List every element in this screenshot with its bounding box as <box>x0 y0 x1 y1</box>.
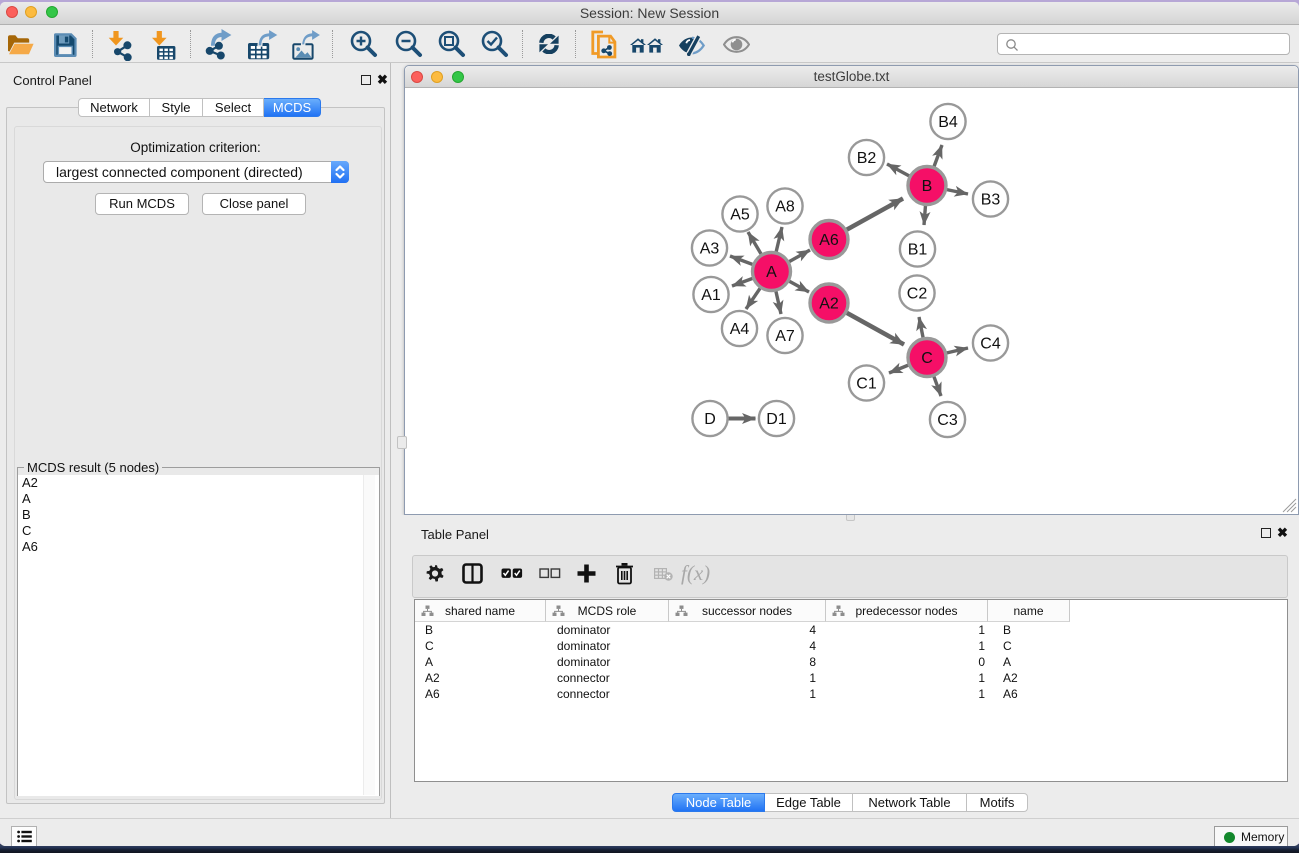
svg-text:B4: B4 <box>938 114 958 131</box>
svg-text:A3: A3 <box>700 240 720 257</box>
svg-text:A5: A5 <box>730 206 750 223</box>
svg-text:A2: A2 <box>819 295 839 312</box>
svg-text:A7: A7 <box>775 328 795 345</box>
svg-text:B2: B2 <box>857 150 877 167</box>
svg-text:C4: C4 <box>980 335 1001 352</box>
svg-text:B1: B1 <box>908 241 928 258</box>
svg-text:B3: B3 <box>981 191 1001 208</box>
svg-text:C3: C3 <box>937 412 958 429</box>
svg-text:D: D <box>704 411 716 428</box>
svg-text:C1: C1 <box>856 375 877 392</box>
svg-text:D1: D1 <box>766 411 787 428</box>
svg-text:B: B <box>922 178 933 195</box>
svg-text:C: C <box>921 350 933 367</box>
svg-text:A6: A6 <box>819 232 839 249</box>
svg-text:A: A <box>766 264 777 281</box>
svg-text:C2: C2 <box>907 285 928 302</box>
svg-text:A8: A8 <box>775 198 795 215</box>
svg-text:A4: A4 <box>730 321 750 338</box>
svg-text:A1: A1 <box>701 287 721 304</box>
